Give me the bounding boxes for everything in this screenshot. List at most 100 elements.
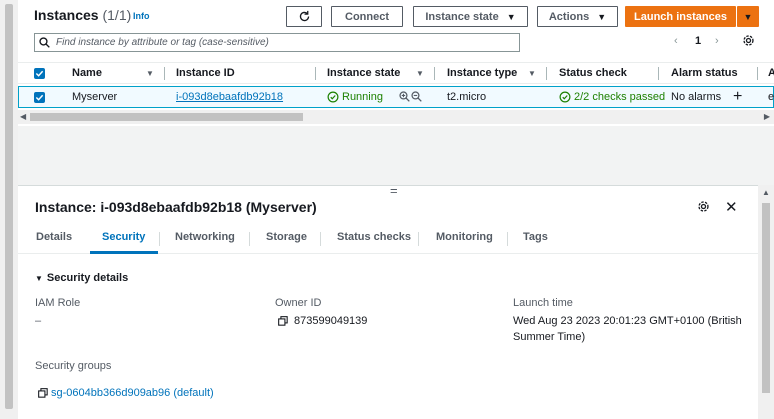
horizontal-scrollbar-thumb[interactable]	[30, 113, 303, 121]
detail-settings-button[interactable]	[697, 200, 710, 216]
launch-time-value: Wed Aug 23 2023 20:01:23 GMT+0100 (Briti…	[513, 315, 742, 343]
resize-handle[interactable]: =	[390, 183, 398, 198]
column-divider	[757, 67, 758, 80]
column-header-truncated[interactable]: A	[768, 67, 774, 79]
instances-panel: Instances (1/1) Info Connect Instance st…	[18, 0, 774, 126]
row-checkbox[interactable]	[34, 92, 45, 103]
left-scrollbar[interactable]	[0, 0, 18, 419]
cell-instance-state: Running	[327, 91, 383, 103]
settings-button[interactable]	[742, 34, 755, 50]
tab-divider	[249, 232, 250, 246]
select-all-checkbox[interactable]	[34, 68, 45, 79]
caret-down-icon: ▼	[743, 11, 753, 22]
refresh-button[interactable]	[286, 6, 322, 27]
column-header-instance-id[interactable]: Instance ID	[176, 67, 235, 79]
instance-detail-panel: Instance: i-093d8ebaafdb92b18 (Myserver)…	[18, 185, 758, 419]
page-title: Instances (1/1)	[34, 7, 132, 23]
table-header: Name ▼ Instance ID Instance state ▼ Inst…	[18, 62, 774, 84]
refresh-icon	[299, 10, 309, 22]
check-icon	[35, 94, 44, 101]
scroll-right-icon[interactable]: ▶	[764, 112, 770, 121]
detail-scrollbar[interactable]: ▲	[758, 185, 774, 419]
connect-button[interactable]: Connect	[331, 6, 403, 27]
actions-button[interactable]: Actions ▼	[537, 6, 618, 27]
column-divider	[434, 67, 435, 80]
instance-state-button[interactable]: Instance state ▼	[413, 6, 528, 27]
prev-page-icon[interactable]: ‹	[674, 35, 678, 47]
detail-title: Instance: i-093d8ebaafdb92b18 (Myserver)	[35, 199, 317, 215]
column-header-status-check[interactable]: Status check	[559, 67, 627, 79]
sort-icon[interactable]: ▼	[528, 69, 536, 78]
horizontal-scrollbar[interactable]: ◀ ▶	[18, 110, 774, 124]
cell-status-check: 2/2 checks passed	[559, 91, 665, 103]
split-gap	[18, 126, 758, 185]
tab-monitoring[interactable]: Monitoring	[436, 231, 493, 243]
cell-alarm-status: No alarms	[671, 91, 722, 103]
detail-tabs: Details Security Networking Storage Stat…	[18, 226, 758, 254]
column-divider	[658, 67, 659, 80]
search-icon	[39, 37, 50, 48]
launch-time-label: Launch time	[513, 297, 573, 309]
caret-down-icon: ▼	[506, 11, 516, 22]
state-label: Running	[342, 91, 383, 103]
copy-icon[interactable]	[38, 388, 48, 398]
search-placeholder: Find instance by attribute or tag (case-…	[56, 37, 269, 48]
caret-down-icon: ▼	[35, 274, 43, 283]
detail-scrollbar-thumb[interactable]	[762, 203, 770, 393]
sort-icon[interactable]: ▼	[416, 69, 424, 78]
tab-details[interactable]: Details	[36, 231, 72, 243]
next-page-icon[interactable]: ›	[715, 35, 719, 47]
zoom-out-icon[interactable]	[411, 91, 422, 105]
iam-role-label: IAM Role	[35, 297, 81, 309]
launch-dropdown-button[interactable]: ▼	[737, 6, 759, 27]
column-header-name[interactable]: Name	[72, 67, 102, 79]
column-divider	[164, 67, 165, 80]
tab-divider	[418, 232, 419, 246]
search-input[interactable]: Find instance by attribute or tag (case-…	[34, 33, 520, 52]
cell-name: Myserver	[72, 91, 118, 103]
owner-id-value: 873599049139	[278, 313, 367, 329]
tab-security[interactable]: Security	[102, 231, 145, 243]
status-check-label: 2/2 checks passed	[574, 91, 666, 103]
check-circle-icon	[559, 91, 571, 103]
sort-icon[interactable]: ▼	[146, 69, 154, 78]
zoom-in-icon[interactable]	[399, 91, 410, 105]
table-row[interactable]: Myserver i-093d8ebaafdb92b18 Running t2.…	[18, 86, 774, 108]
iam-role-value: –	[35, 315, 42, 327]
check-circle-icon	[327, 91, 339, 103]
check-icon	[35, 70, 44, 77]
page-number[interactable]: 1	[695, 35, 701, 47]
info-link[interactable]: Info	[133, 11, 150, 21]
column-divider	[315, 67, 316, 80]
tab-networking[interactable]: Networking	[175, 231, 235, 243]
launch-instances-button[interactable]: Launch instances	[625, 6, 736, 27]
cell-instance-type: t2.micro	[447, 91, 487, 103]
caret-down-icon: ▼	[597, 11, 607, 22]
tab-divider	[159, 232, 160, 246]
owner-id-label: Owner ID	[275, 297, 322, 309]
column-divider	[546, 67, 547, 80]
gear-icon	[743, 35, 754, 46]
column-header-instance-state[interactable]: Instance state	[327, 67, 400, 79]
security-group-item: sg-0604bb366d909ab96 (default)	[38, 385, 214, 401]
security-groups-label: Security groups	[35, 360, 112, 372]
scroll-left-icon[interactable]: ◀	[20, 112, 26, 121]
tab-storage[interactable]: Storage	[266, 231, 307, 243]
instance-id-link[interactable]: i-093d8ebaafdb92b18	[176, 91, 283, 103]
close-icon[interactable]: ✕	[725, 198, 738, 216]
add-alarm-icon[interactable]: +	[733, 88, 742, 106]
tab-divider	[507, 232, 508, 246]
security-group-link[interactable]: sg-0604bb366d909ab96 (default)	[51, 385, 214, 401]
security-details-toggle[interactable]: ▼ Security details	[35, 272, 128, 284]
left-scrollbar-thumb[interactable]	[5, 4, 13, 409]
column-header-instance-type[interactable]: Instance type	[447, 67, 517, 79]
column-header-alarm-status[interactable]: Alarm status	[671, 67, 738, 79]
active-tab-indicator	[90, 251, 158, 254]
gear-icon	[698, 201, 709, 212]
scroll-up-icon[interactable]: ▲	[762, 188, 770, 197]
tab-status-checks[interactable]: Status checks	[337, 231, 411, 243]
cell-truncated: e	[768, 91, 774, 103]
tab-divider	[320, 232, 321, 246]
copy-icon[interactable]	[278, 316, 288, 326]
tab-tags[interactable]: Tags	[523, 231, 548, 243]
